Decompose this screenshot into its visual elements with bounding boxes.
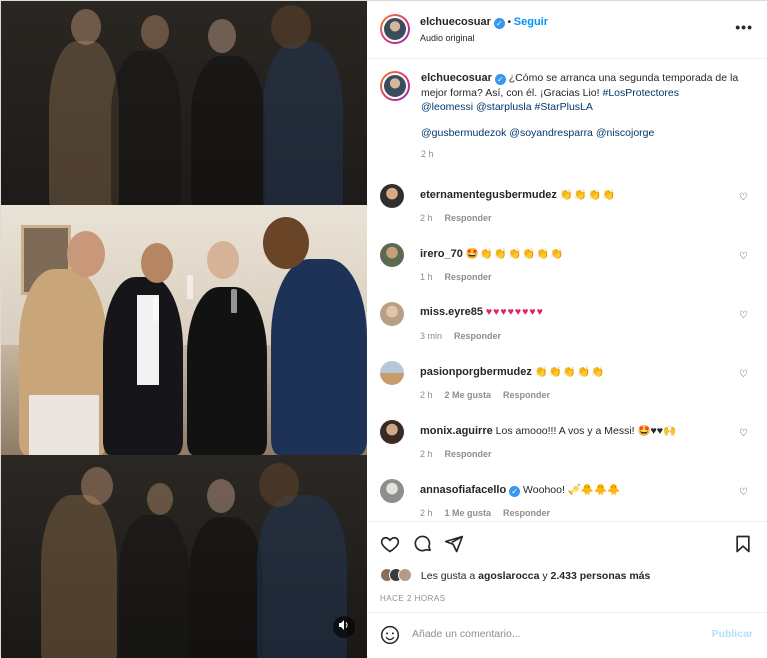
video-frame-bottom bbox=[1, 455, 367, 658]
comment-meta: 2 h 2 Me gusta Responder bbox=[420, 390, 562, 400]
comment-text: ♥♥♥♥♥♥♥♥ bbox=[485, 306, 544, 318]
likes-prefix: Les gusta a bbox=[420, 570, 476, 582]
likes-connector: y bbox=[542, 570, 548, 582]
comment-meta: 2 h 1 Me gusta Responder bbox=[420, 508, 562, 518]
comment-time: 1 h bbox=[420, 272, 433, 282]
comment-line: irero_70 🤩👏👏👏👏👏👏 bbox=[420, 247, 740, 260]
comment-line: annasofiafacello ✓ Woohoo! 🎺🐥🐥🐥 bbox=[420, 483, 740, 497]
reply-button[interactable]: Responder bbox=[445, 449, 492, 459]
publish-button[interactable]: Publicar bbox=[712, 628, 753, 640]
smile-icon[interactable] bbox=[380, 625, 400, 645]
comment-text: 👏👏👏👏 bbox=[559, 189, 617, 201]
heart-icon[interactable]: ♡ bbox=[739, 369, 748, 380]
comment-meta: 2 h Responder bbox=[420, 449, 504, 459]
header-user-line: elchuecosuar ✓ • Seguir bbox=[420, 16, 548, 29]
follow-button[interactable]: Seguir bbox=[514, 16, 548, 28]
comment-item: irero_70 🤩👏👏👏👏👏👏 1 h Responder ♡ bbox=[380, 243, 760, 295]
verified-icon: ✓ bbox=[494, 74, 506, 85]
reply-button[interactable]: Responder bbox=[503, 508, 550, 518]
comment-time: 2 h bbox=[420, 449, 433, 459]
comment-likes[interactable]: 2 Me gusta bbox=[445, 390, 492, 400]
caption-body: elchuecosuar ✓ ¿Cómo se arranca una segu… bbox=[421, 71, 756, 162]
comment-username[interactable]: miss.eyre85 bbox=[420, 306, 483, 318]
comment-username[interactable]: pasionporgbermudez bbox=[420, 366, 532, 378]
comment-time: 2 h bbox=[420, 213, 433, 223]
post-side-panel: elchuecosuar ✓ • Seguir Audio original •… bbox=[368, 1, 767, 658]
comment-input[interactable]: Añade un comentario... bbox=[412, 628, 521, 640]
post-header: elchuecosuar ✓ • Seguir Audio original •… bbox=[368, 1, 767, 59]
comment-item: annasofiafacello ✓ Woohoo! 🎺🐥🐥🐥 2 h 1 Me … bbox=[380, 479, 760, 521]
comment-username[interactable]: annasofiafacello bbox=[420, 484, 506, 496]
more-icon[interactable]: ••• bbox=[735, 19, 753, 35]
comment-meta: 2 h Responder bbox=[420, 213, 504, 223]
comment-text: Los amooo!!! A vos y a Messi! 🤩♥♥🙌 bbox=[495, 425, 677, 437]
caption-avatar[interactable] bbox=[380, 71, 410, 101]
comment-avatar[interactable] bbox=[380, 420, 404, 444]
share-icon[interactable] bbox=[444, 534, 464, 554]
comment-line: pasionporgbermudez 👏👏👏👏👏 bbox=[420, 365, 740, 378]
hashtag-link[interactable]: #LosProtectores bbox=[603, 87, 679, 99]
heart-icon[interactable]: ♡ bbox=[739, 192, 748, 203]
comment-line: eternamentegusbermudez 👏👏👏👏 bbox=[420, 188, 740, 201]
comment-item: pasionporgbermudez 👏👏👏👏👏 2 h 2 Me gusta Re… bbox=[380, 361, 760, 413]
comment-time: 3 min bbox=[420, 331, 443, 341]
reply-button[interactable]: Responder bbox=[445, 213, 492, 223]
heart-icon[interactable]: ♡ bbox=[739, 428, 748, 439]
comments-list[interactable]: elchuecosuar ✓ ¿Cómo se arranca una segu… bbox=[368, 59, 767, 521]
likes-line[interactable]: Les gusta a agoslarocca y 2.433 personas… bbox=[380, 568, 650, 582]
comment-line: monix.aguirre Los amooo!!! A vos y a Mes… bbox=[420, 424, 740, 437]
comment-line: miss.eyre85 ♥♥♥♥♥♥♥♥ bbox=[420, 306, 740, 318]
likes-count[interactable]: 2.433 personas más bbox=[551, 570, 651, 582]
comment-item: eternamentegusbermudez 👏👏👏👏 2 h Responder… bbox=[380, 184, 760, 236]
likes-user[interactable]: agoslarocca bbox=[478, 570, 539, 582]
video-frame-top bbox=[1, 1, 367, 205]
comment-avatar[interactable] bbox=[380, 479, 404, 503]
avatar bbox=[398, 568, 412, 582]
comment-item: miss.eyre85 ♥♥♥♥♥♥♥♥ 3 min Responder ♡ bbox=[380, 302, 760, 354]
verified-icon: ✓ bbox=[509, 486, 521, 497]
comment-username[interactable]: eternamentegusbermudez bbox=[420, 189, 557, 201]
comment-icon[interactable] bbox=[413, 534, 433, 554]
comment-likes[interactable]: 1 Me gusta bbox=[445, 508, 492, 518]
posted-ago: HACE 2 HORAS bbox=[380, 594, 446, 603]
comment-time: 2 h bbox=[420, 390, 433, 400]
comment-text: Woohoo! 🎺🐥🐥🐥 bbox=[523, 484, 621, 496]
post-modal: elchuecosuar ✓ • Seguir Audio original •… bbox=[0, 0, 767, 658]
verified-icon: ✓ bbox=[493, 18, 505, 29]
video-frame-main bbox=[1, 205, 367, 455]
mentions-link[interactable]: @leomessi @starplusla #StarPlusLA bbox=[421, 101, 593, 113]
heart-icon[interactable]: ♡ bbox=[739, 310, 748, 321]
bookmark-icon[interactable] bbox=[733, 534, 753, 554]
heart-icon[interactable]: ♡ bbox=[739, 251, 748, 262]
avatar[interactable] bbox=[380, 14, 410, 44]
comment-avatar[interactable] bbox=[380, 302, 404, 326]
audio-label[interactable]: Audio original bbox=[420, 33, 475, 43]
heart-icon[interactable] bbox=[380, 534, 400, 554]
post-video[interactable] bbox=[1, 1, 367, 658]
heart-icon[interactable]: ♡ bbox=[739, 487, 748, 498]
comment-avatar[interactable] bbox=[380, 361, 404, 385]
comment-meta: 1 h Responder bbox=[420, 272, 504, 282]
caption-username[interactable]: elchuecosuar bbox=[421, 72, 492, 84]
comment-avatar[interactable] bbox=[380, 243, 404, 267]
volume-icon[interactable] bbox=[333, 616, 355, 638]
comment-username[interactable]: monix.aguirre bbox=[420, 425, 493, 437]
caption-time: 2 h bbox=[421, 149, 434, 159]
comment-username[interactable]: irero_70 bbox=[420, 248, 463, 260]
comment-time: 2 h bbox=[420, 508, 433, 518]
comment-meta: 3 min Responder bbox=[420, 331, 513, 341]
reply-button[interactable]: Responder bbox=[503, 390, 550, 400]
post-actions: Les gusta a agoslarocca y 2.433 personas… bbox=[368, 521, 767, 611]
mentions-link-2[interactable]: @gusbermudezok @soyandresparra @niscojor… bbox=[421, 127, 654, 139]
reply-button[interactable]: Responder bbox=[454, 331, 501, 341]
comment-text: 👏👏👏👏👏 bbox=[534, 366, 606, 378]
add-comment-bar: Añade un comentario... Publicar bbox=[368, 612, 767, 658]
reply-button[interactable]: Responder bbox=[445, 272, 492, 282]
header-username[interactable]: elchuecosuar bbox=[420, 16, 491, 28]
comment-item: monix.aguirre Los amooo!!! A vos y a Mes… bbox=[380, 420, 760, 472]
comment-avatar[interactable] bbox=[380, 184, 404, 208]
comment-text: 🤩👏👏👏👏👏👏 bbox=[465, 248, 565, 260]
